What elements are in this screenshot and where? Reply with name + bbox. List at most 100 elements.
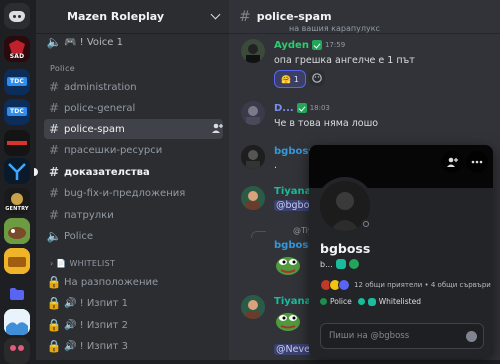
channel-label: 🔊 ! Изпит 3 [64,340,129,352]
locked-voice-channel[interactable]: 🔒 🔊 ! Изпит 3 [44,336,223,356]
server-icon[interactable] [4,130,30,156]
server-icon[interactable]: TDC [4,99,30,125]
message-text: Че в това няма лошо [274,118,379,129]
discord-logo-icon [9,10,25,22]
category-label: 📄 WHITELIST [56,259,116,268]
folder-icon [10,288,24,300]
message-input[interactable]: Пиши на @bgboss [320,323,484,349]
channel-police-spam[interactable]: # police-spam [44,119,223,139]
mutual-info[interactable]: 12 общи приятели • 4 общи сървъри [320,279,491,291]
timestamp: 18:03 [309,104,330,112]
guild-header[interactable]: Mazen Roleplay [36,0,229,34]
avatar[interactable] [241,295,265,319]
server-icon[interactable] [4,248,30,274]
author-name[interactable]: D... [274,103,294,114]
server-icon[interactable] [4,158,30,184]
channel-police-general[interactable]: # police-general [44,98,223,118]
locked-channel[interactable]: 🔒 На разположение [44,272,223,292]
home-button[interactable] [4,3,30,29]
message-text: . [274,160,278,171]
channel-patrols[interactable]: # патрулки [44,205,223,225]
chevron-down-icon[interactable] [210,9,221,20]
role-tag[interactable]: Police [320,297,352,306]
hearts-icon [4,338,30,364]
channel-label: На разположение [64,276,159,288]
channel-label: патрулки [64,209,114,221]
channel-label: police-general [64,102,136,114]
lock-icon: 🔒 [46,275,62,289]
role-tag[interactable]: Whitelisted [357,297,421,306]
role-name: Whitelisted [378,297,421,306]
channel-label: прасешки-ресурси [64,144,163,156]
add-reaction-icon[interactable] [309,70,325,86]
reaction-label: 🤗 1 [281,74,299,84]
channel-label: police-spam [64,123,125,135]
cow-icon [4,218,30,244]
more-options-icon[interactable] [466,151,488,173]
role-color-icon [357,298,365,305]
voice-channel-police[interactable]: 🔈 Police [44,226,223,246]
avatar[interactable] [241,39,265,63]
server-folder[interactable] [4,281,30,307]
channel-evidence[interactable]: # доказателства [34,162,223,182]
hash-icon: # [48,122,60,136]
input-placeholder: Пиши на @bgboss [329,331,410,341]
unread-indicator [34,168,38,176]
channel-label: 🔊 ! Изпит 2 [64,319,129,331]
reply-connector [251,231,266,238]
hash-icon: # [48,143,60,157]
pepe-emoji-icon [274,310,302,332]
truncated-message: на вашия карапулукс [289,24,380,33]
channel-bug-fix[interactable]: # bug-fix-и-предложения [44,183,223,203]
hash-icon: # [48,80,60,94]
channel-label: bug-fix-и-предложения [64,187,186,199]
hash-icon: # [48,101,60,115]
server-icon[interactable] [4,338,30,364]
avatar[interactable] [241,101,265,125]
server-icon[interactable]: SAD [4,36,30,62]
channel-label: Police [64,230,93,242]
avatar[interactable] [241,186,265,210]
status-offline-icon [361,219,371,229]
server-icon[interactable]: GENTRY [4,188,30,214]
server-icon[interactable]: TDC [4,69,30,95]
category-label: Police [50,64,75,73]
add-friend-icon[interactable] [441,151,463,173]
server-icon[interactable] [4,218,30,244]
hashtag-badge-icon [348,259,359,269]
emoji-picker-icon[interactable] [466,330,477,342]
channel-label: 🎮 ! Voice 1 [64,36,123,48]
avatar[interactable] [241,145,265,169]
channel-resources[interactable]: # прасешки-ресурси [44,140,223,160]
timestamp: 17:59 [324,41,346,49]
message-author[interactable]: D... 18:03 [274,103,330,114]
locked-voice-channel[interactable]: 🔒 🔊 ! Изпит 1 [44,293,223,313]
server-icon[interactable] [4,309,30,335]
category-police[interactable]: Police [50,64,75,73]
user-profile-popout: bgboss b... 12 общи приятели • 4 общи съ… [309,145,493,358]
lock-icon: 🔒 [46,318,62,332]
channel-title: police-spam [256,10,332,23]
server-label: GENTRY [5,206,29,212]
channel-sidebar: Mazen Roleplay 🔈 🎮 ! Voice 1 Police # ad… [34,0,229,360]
verified-badge-icon [335,259,346,269]
hash-icon: # [48,186,60,200]
reaction[interactable]: 🤗 1 [274,70,306,88]
server-list: SAD TDC TDC GENTRY [0,0,36,364]
channel-administration[interactable]: # administration [44,77,223,97]
chevron-right-icon: › [50,259,54,268]
voice-channel[interactable]: 🔈 🎮 ! Voice 1 [44,32,223,52]
locked-voice-channel[interactable]: 🔒 🔊 ! Изпит 2 [44,315,223,335]
lock-icon: 🔒 [46,296,62,310]
profile-avatar[interactable] [316,177,374,235]
category-whitelist[interactable]: › 📄 WHITELIST [50,259,115,268]
author-name[interactable]: Ayden [274,40,309,51]
role-badge-icon [296,103,307,113]
server-label: TDC [9,78,25,85]
message-author[interactable]: Ayden 17:59 [274,40,345,51]
verified-badge-icon [367,297,376,306]
lock-icon: 🔒 [46,339,62,353]
speaker-icon: 🔈 [46,229,62,243]
emblem-icon [4,158,30,184]
add-member-icon[interactable] [212,123,223,136]
